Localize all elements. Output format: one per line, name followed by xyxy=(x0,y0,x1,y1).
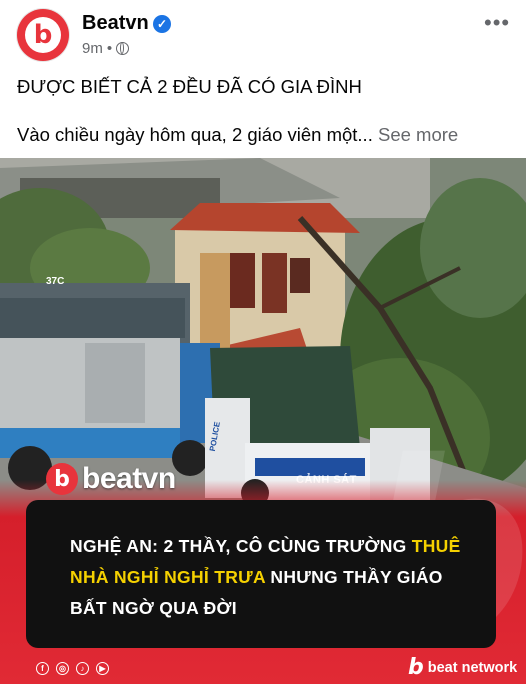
headline-part1: NGHỆ AN: 2 THẦY, CÔ CÙNG TRƯỜNG xyxy=(70,536,412,556)
caption-snippet: Vào chiều ngày hôm qua, 2 giáo viên một.… xyxy=(17,124,373,145)
beat-network-label: beat network xyxy=(427,660,518,676)
post-time[interactable]: 9m xyxy=(82,40,103,57)
instagram-icon: ◎ xyxy=(56,662,69,675)
headline-text: NGHỆ AN: 2 THẦY, CÔ CÙNG TRƯỜNG THUÊ NHÀ… xyxy=(70,531,480,624)
facebook-icon: f xyxy=(36,662,49,675)
post-caption-text: Vào chiều ngày hôm qua, 2 giáo viên một.… xyxy=(17,124,458,146)
post-header: b Beatvn ✓ 9m • ••• xyxy=(0,0,526,61)
see-more-link[interactable]: See more xyxy=(378,124,458,145)
avatar-letter: b xyxy=(33,20,53,50)
youtube-icon: ▶ xyxy=(96,662,109,675)
beat-network-logo-icon: b xyxy=(408,655,424,680)
beatvn-logo-icon: b xyxy=(25,17,61,53)
page-avatar[interactable]: b xyxy=(17,9,69,61)
beatvn-logo-icon: b xyxy=(46,463,78,495)
beatvn-watermark: b beatvn xyxy=(46,462,176,496)
meta-dot: • xyxy=(106,40,113,57)
verified-badge-icon: ✓ xyxy=(153,15,171,33)
tiktok-icon: ♪ xyxy=(76,662,89,675)
globe-icon xyxy=(116,42,130,55)
truck-plate: 37C xyxy=(46,276,65,287)
post-meta: 9m • xyxy=(82,40,130,57)
beat-network-brand: b beat network xyxy=(408,657,517,679)
beatvn-wordmark: beatvn xyxy=(82,462,176,495)
post-caption-title: ĐƯỢC BIẾT CẢ 2 ĐỀU ĐÃ CÓ GIA ĐÌNH xyxy=(17,76,362,97)
page-name[interactable]: Beatvn xyxy=(82,12,149,35)
social-icons: f ◎ ♪ ▶ xyxy=(36,662,109,675)
more-options-icon[interactable]: ••• xyxy=(484,12,510,34)
